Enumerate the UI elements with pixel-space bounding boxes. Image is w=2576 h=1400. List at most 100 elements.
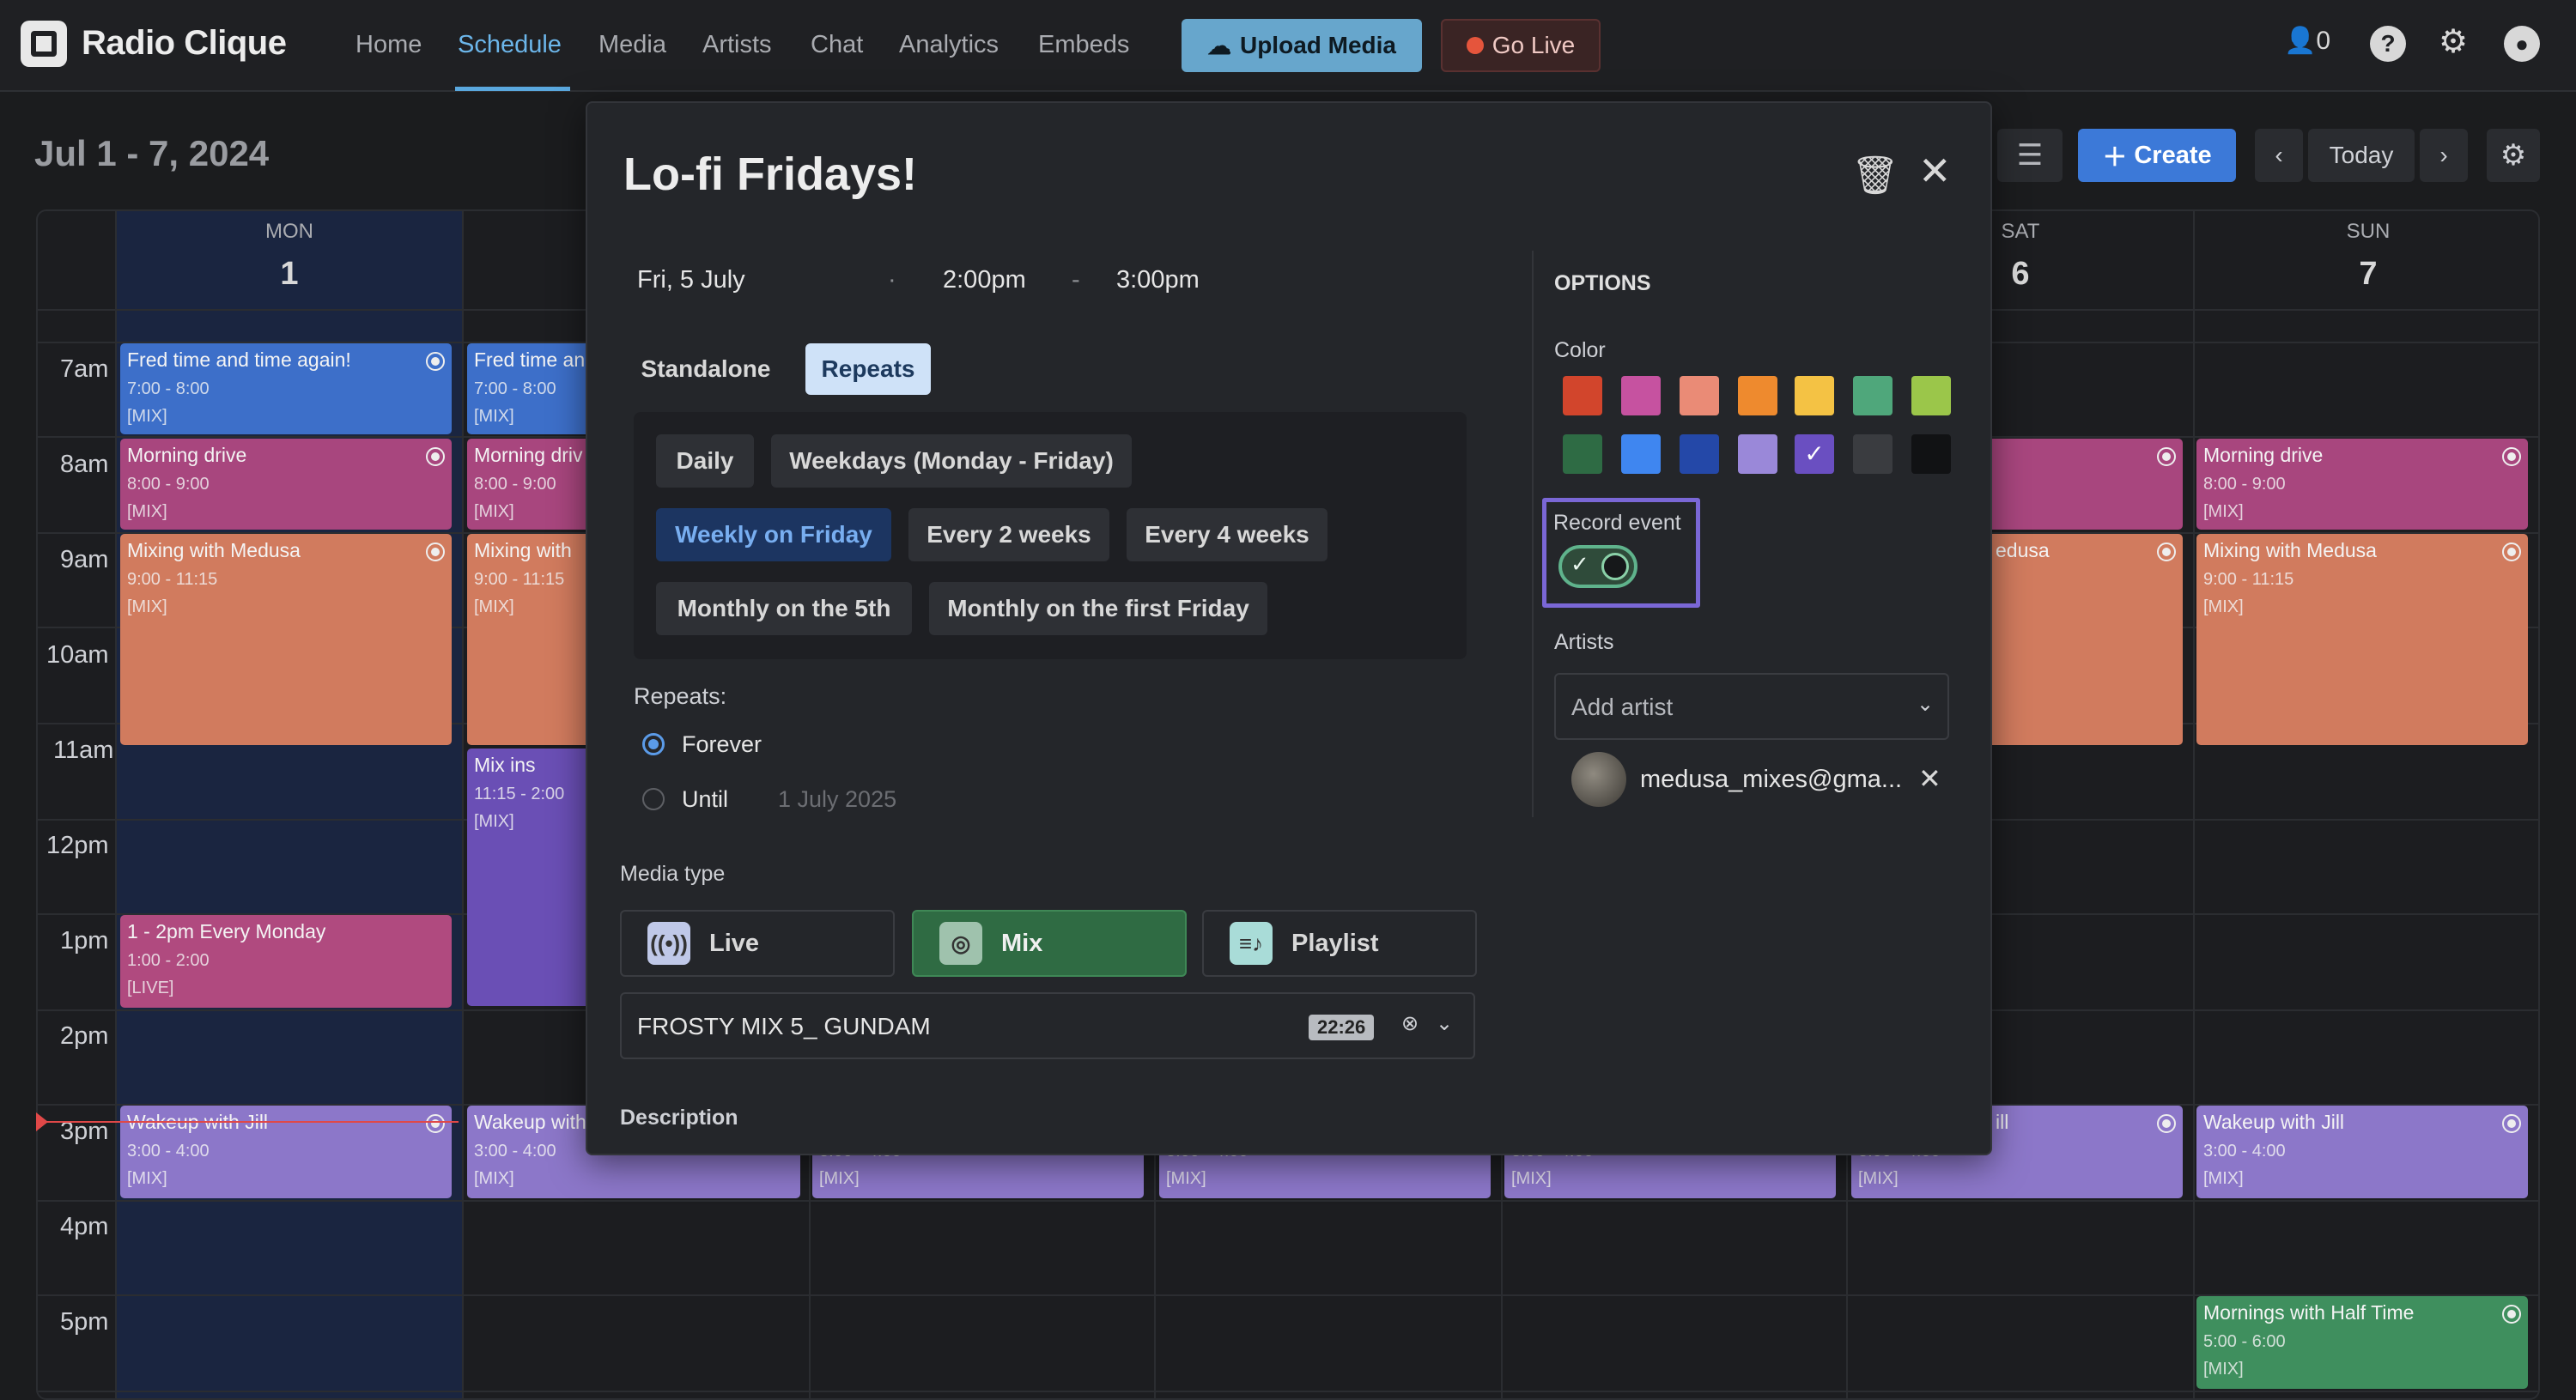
hour-label: 4pm <box>60 1213 109 1240</box>
event-card[interactable]: Wakeup with Jill 3:00 - 4:00 [MIX] <box>2196 1106 2528 1198</box>
disc-icon: ◎ <box>939 922 982 965</box>
logo-icon[interactable] <box>21 21 67 67</box>
color-swatch[interactable] <box>1853 376 1893 415</box>
hour-label: 8am <box>60 451 109 478</box>
help-icon[interactable]: ? <box>2370 26 2406 62</box>
next-week-button[interactable]: › <box>2420 129 2468 182</box>
repeat-monthly-weekday-chip[interactable]: Monthly on the first Friday <box>929 582 1267 635</box>
calendar-settings-button[interactable]: ⚙ <box>2487 129 2540 182</box>
record-icon <box>2157 447 2176 466</box>
repeat-every-2-weeks-chip[interactable]: Every 2 weeks <box>908 508 1109 561</box>
record-icon <box>2502 1305 2521 1324</box>
event-card[interactable]: Mixing with Medusa 9:00 - 11:15 [MIX] <box>2196 534 2528 745</box>
options-title: OPTIONS <box>1554 271 1651 295</box>
color-swatch[interactable] <box>1563 376 1602 415</box>
color-swatch[interactable] <box>1621 376 1661 415</box>
hour-label: 11am <box>53 736 114 764</box>
event-card[interactable]: Wakeup with Jill 3:00 - 4:00 [MIX] <box>120 1106 452 1198</box>
current-time-line <box>36 1121 459 1123</box>
prev-week-button[interactable]: ‹ <box>2255 129 2303 182</box>
media-type-mix[interactable]: ◎ Mix <box>912 910 1187 977</box>
listeners-indicator[interactable]: 👤0 <box>2284 26 2330 56</box>
chevron-down-icon[interactable]: ⌄ <box>1436 1011 1453 1036</box>
until-date-input[interactable]: 1 July 2025 <box>778 786 896 813</box>
event-card[interactable]: Fred time and time again! 7:00 - 8:00 [M… <box>120 343 452 434</box>
until-radio[interactable] <box>642 788 665 810</box>
color-swatch[interactable] <box>1680 434 1719 474</box>
event-title[interactable]: Lo-fi Fridays! <box>623 148 917 201</box>
event-card[interactable]: Mixing with Medusa 9:00 - 11:15 [MIX] <box>120 534 452 745</box>
repeat-monthly-date-chip[interactable]: Monthly on the 5th <box>656 582 912 635</box>
nav-artists[interactable]: Artists <box>702 31 772 59</box>
top-bar: Radio Clique Home Schedule Media Artists… <box>0 0 2576 92</box>
event-card[interactable]: Morning drive 8:00 - 9:00 [MIX] <box>2196 439 2528 530</box>
repeat-weekly-chip[interactable]: Weekly on Friday <box>656 508 891 561</box>
selected-media: FROSTY MIX 5_ GUNDAM <box>637 1013 931 1039</box>
add-artist-select[interactable]: Add artist ⌄ <box>1554 673 1949 740</box>
color-swatch[interactable] <box>1911 376 1951 415</box>
remove-artist-icon[interactable]: ✕ <box>1918 762 1941 795</box>
today-button[interactable]: Today <box>2308 129 2415 182</box>
gear-icon: ⚙ <box>2500 139 2527 172</box>
list-view-button[interactable]: ☰ <box>1997 129 2063 182</box>
settings-gear-icon[interactable]: ⚙ <box>2439 22 2468 61</box>
close-icon[interactable]: ✕ <box>1918 148 1952 194</box>
day-column-sun[interactable]: SUN 7 <box>2193 211 2538 1398</box>
until-label[interactable]: Until <box>682 786 728 813</box>
color-swatch-selected[interactable]: ✓ <box>1795 434 1834 474</box>
hour-label: 2pm <box>60 1022 109 1050</box>
event-end-time[interactable]: 3:00pm <box>1116 266 1200 294</box>
color-swatch[interactable] <box>1680 376 1719 415</box>
color-swatch[interactable] <box>1853 434 1893 474</box>
media-type-label: Media type <box>620 862 726 886</box>
nav-embeds[interactable]: Embeds <box>1038 31 1129 59</box>
nav-schedule[interactable]: Schedule <box>458 31 562 59</box>
record-event-toggle[interactable]: ✓ <box>1558 545 1637 588</box>
event-card[interactable]: Morning drive 8:00 - 9:00 [MIX] <box>120 439 452 530</box>
color-swatch[interactable] <box>1795 376 1834 415</box>
hour-line <box>38 1294 2538 1296</box>
description-label: Description <box>620 1106 738 1130</box>
color-swatch[interactable] <box>1621 434 1661 474</box>
create-button[interactable]: ＋ Create <box>2078 129 2236 182</box>
clear-icon[interactable]: ⊗ <box>1401 1011 1419 1036</box>
repeats-tab[interactable]: Repeats <box>805 343 931 395</box>
nav-analytics[interactable]: Analytics <box>899 31 999 59</box>
cloud-upload-icon: ☁ <box>1206 32 1231 59</box>
hour-label: 1pm <box>60 927 109 955</box>
media-select[interactable]: FROSTY MIX 5_ GUNDAM 22:26 ⊗ ⌄ <box>620 992 1475 1059</box>
info-icon <box>426 1114 445 1133</box>
nav-home[interactable]: Home <box>355 31 422 59</box>
repeat-weekdays-chip[interactable]: Weekdays (Monday - Friday) <box>771 434 1132 488</box>
event-card[interactable]: Mornings with Half Time 5:00 - 6:00 [MIX… <box>2196 1296 2528 1389</box>
event-start-time[interactable]: 2:00pm <box>943 266 1026 294</box>
standalone-tab[interactable]: Standalone <box>630 343 781 395</box>
repeat-daily-chip[interactable]: Daily <box>656 434 754 488</box>
repeat-every-4-weeks-chip[interactable]: Every 4 weeks <box>1127 508 1327 561</box>
nav-chat[interactable]: Chat <box>811 31 863 59</box>
color-swatch[interactable] <box>1563 434 1602 474</box>
hour-label: 12pm <box>46 832 109 859</box>
plus-icon: ＋ <box>2102 144 2128 172</box>
artists-label: Artists <box>1554 630 1614 654</box>
media-type-playlist[interactable]: ≡♪ Playlist <box>1202 910 1477 977</box>
hour-line <box>38 1200 2538 1202</box>
brand-name[interactable]: Radio Clique <box>82 24 287 63</box>
forever-radio[interactable] <box>642 733 665 755</box>
trash-icon[interactable]: 🗑 <box>1851 153 1899 197</box>
event-date[interactable]: Fri, 5 July <box>637 266 745 294</box>
nav-media[interactable]: Media <box>598 31 666 59</box>
color-swatch[interactable] <box>1738 376 1777 415</box>
go-live-button[interactable]: Go Live <box>1441 19 1601 72</box>
upload-media-button[interactable]: ☁ Upload Media <box>1182 19 1422 72</box>
media-type-live[interactable]: ((•)) Live <box>620 910 895 977</box>
info-icon <box>2502 1114 2521 1133</box>
forever-label[interactable]: Forever <box>682 731 762 758</box>
record-icon <box>426 447 445 466</box>
hour-line <box>38 1391 2538 1392</box>
live-dot-icon <box>1466 37 1484 54</box>
color-swatch[interactable] <box>1911 434 1951 474</box>
account-avatar-icon[interactable]: ● <box>2504 26 2540 62</box>
event-card[interactable]: 1 - 2pm Every Monday 1:00 - 2:00 [LIVE] <box>120 915 452 1008</box>
color-swatch[interactable] <box>1738 434 1777 474</box>
